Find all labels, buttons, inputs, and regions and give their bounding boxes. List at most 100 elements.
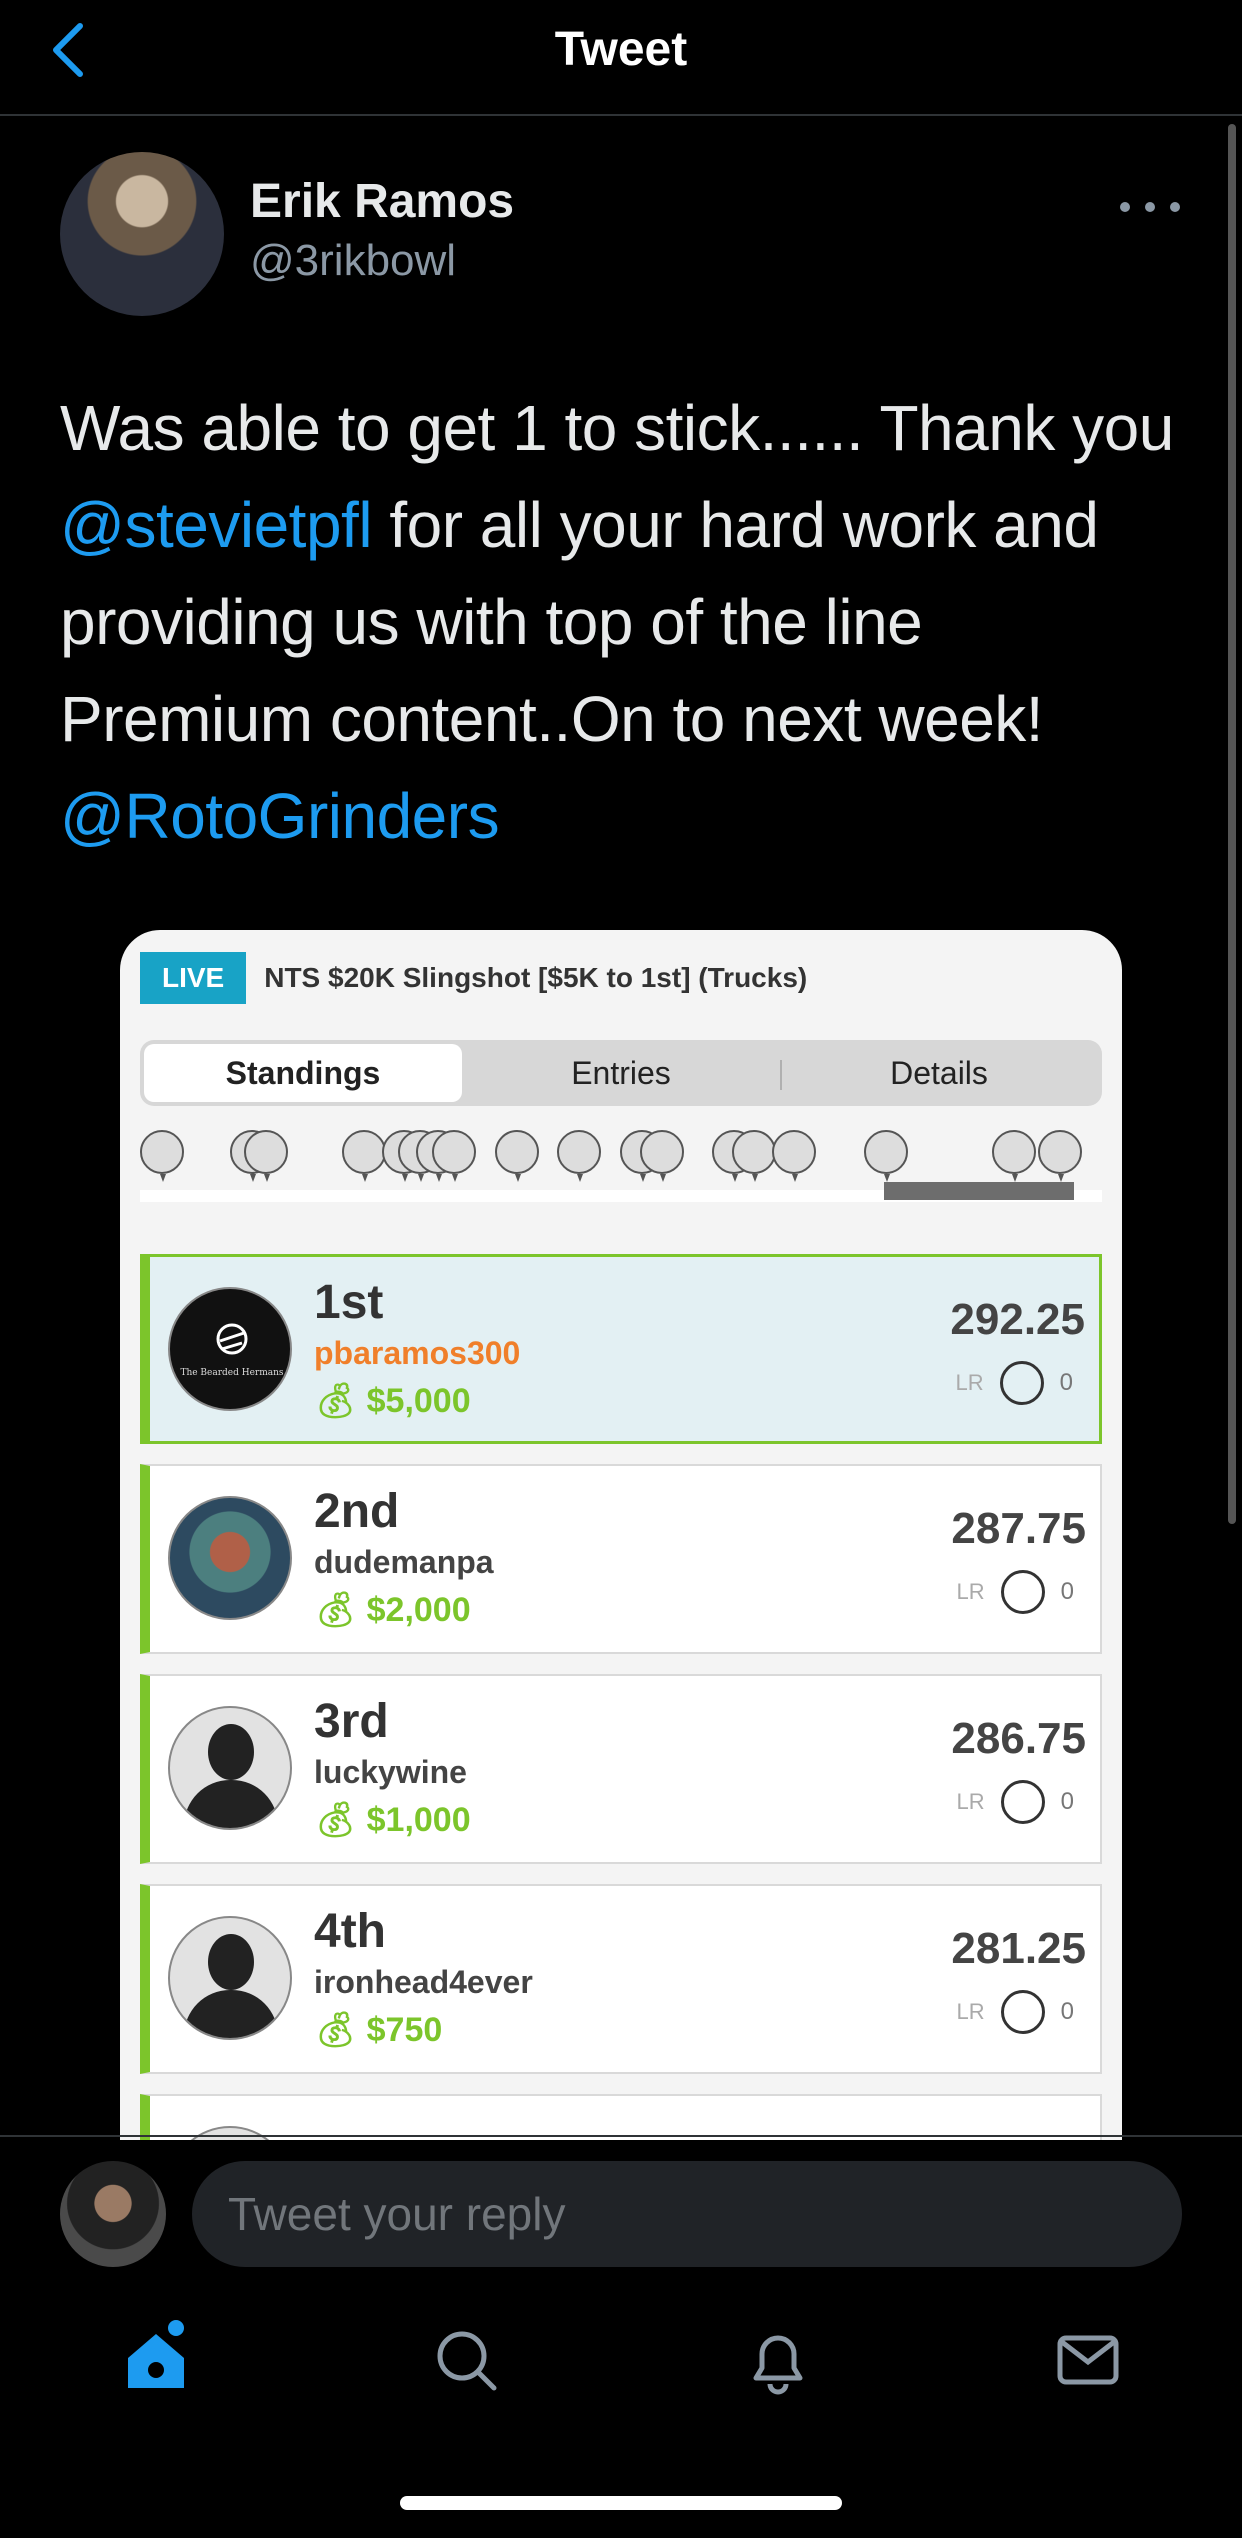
lr-label: LR	[956, 1579, 985, 1604]
score: 292.25	[950, 1295, 1085, 1344]
progress-ring-icon	[1000, 1780, 1045, 1824]
avatar[interactable]	[60, 2161, 166, 2267]
live-rank: LR 0	[957, 1570, 1074, 1614]
tweet-text-part: Was able to get 1 to stick...... Thank y…	[60, 392, 1174, 464]
lr-label: LR	[956, 1999, 985, 2024]
standing-row[interactable]	[140, 2094, 1102, 2140]
avatar	[168, 1916, 292, 2040]
money-bag-icon: 💰︎	[314, 2011, 358, 2049]
money-bag-icon: 💰︎	[314, 1801, 358, 1839]
live-rank: LR 0	[956, 1361, 1073, 1405]
prize: 💰︎ $1,000	[314, 1800, 471, 1840]
username[interactable]: pbaramos300	[314, 1335, 520, 1372]
progress-ring-icon	[1000, 1990, 1045, 2034]
notification-dot	[168, 2320, 184, 2336]
contest-header: LIVE NTS $20K Slingshot [$5K to 1st] (Tr…	[140, 948, 807, 1008]
team-logo-icon: The Bearded Hermans	[180, 1323, 284, 1378]
tab-notifications[interactable]	[728, 2310, 828, 2410]
tweet-media-image[interactable]: LIVE NTS $20K Slingshot [$5K to 1st] (Tr…	[120, 930, 1122, 2140]
prize: 💰︎ $750	[314, 2010, 442, 2050]
standing-row[interactable]: 4th ironhead4ever 💰︎ $750 281.25 LR 0	[140, 1884, 1102, 2074]
avatar	[168, 1706, 292, 1830]
prize-amount: $2,000	[366, 1591, 471, 1629]
rank-label: 1st	[314, 1276, 384, 1329]
score: 286.75	[951, 1714, 1086, 1763]
live-badge: LIVE	[140, 952, 247, 1004]
progress-ring-icon	[999, 1361, 1044, 1405]
dot-icon	[1170, 202, 1180, 212]
page-title: Tweet	[554, 23, 688, 76]
prize: 💰︎ $2,000	[314, 1590, 471, 1630]
pin-icon	[732, 1130, 776, 1182]
lr-value: 0	[1059, 1369, 1073, 1396]
tab-home[interactable]	[106, 2310, 206, 2410]
tab-entries[interactable]: Entries	[462, 1044, 780, 1102]
home-indicator[interactable]	[400, 2496, 842, 2510]
reply-input[interactable]: Tweet your reply	[192, 2161, 1182, 2267]
tab-messages[interactable]	[1038, 2310, 1138, 2410]
scrollbar[interactable]	[1228, 124, 1236, 1524]
score: 281.25	[951, 1924, 1086, 1973]
header: Tweet	[0, 0, 1242, 116]
pin-icon	[1038, 1130, 1082, 1182]
tab-standings[interactable]: Standings	[144, 1044, 462, 1102]
pin-icon	[640, 1130, 684, 1182]
search-icon	[437, 2331, 497, 2391]
money-bag-icon: 💰︎	[314, 1591, 358, 1629]
pin-icon	[495, 1130, 539, 1182]
avatar[interactable]	[60, 152, 224, 316]
pin-icon	[864, 1130, 908, 1182]
avatar	[168, 1496, 292, 1620]
username[interactable]: ironhead4ever	[314, 1964, 533, 2001]
notifications-icon	[753, 2335, 803, 2395]
svg-text:The Bearded Hermans: The Bearded Hermans	[180, 1368, 283, 1378]
standing-row[interactable]: The Bearded Hermans 1st pbaramos300 💰︎ $…	[140, 1254, 1102, 1444]
mention-link[interactable]: @RotoGrinders	[60, 780, 500, 852]
messages-icon	[1057, 2335, 1119, 2385]
reply-bar: Tweet your reply	[0, 2135, 1242, 2285]
live-rank: LR 0	[957, 1780, 1074, 1824]
lr-value: 0	[1060, 1788, 1074, 1815]
pin-icon	[244, 1130, 288, 1182]
prize-amount: $1,000	[366, 1801, 471, 1839]
standing-row[interactable]: 2nd dudemanpa 💰︎ $2,000 287.75 LR 0	[140, 1464, 1102, 1654]
progress-ring-icon	[1000, 1570, 1045, 1614]
score: 287.75	[951, 1504, 1086, 1553]
tweet-text: Was able to get 1 to stick...... Thank y…	[60, 380, 1180, 865]
pin-icon	[432, 1130, 476, 1182]
standing-row[interactable]: 3rd luckywine 💰︎ $1,000 286.75 LR 0	[140, 1674, 1102, 1864]
tab-search[interactable]	[416, 2310, 516, 2410]
pin-icon	[557, 1130, 601, 1182]
lr-label: LR	[956, 1789, 985, 1814]
dot-icon	[1145, 202, 1155, 212]
pin-icon	[772, 1130, 816, 1182]
contest-name: NTS $20K Slingshot [$5K to 1st] (Trucks)	[264, 962, 808, 993]
prize-amount: $5,000	[366, 1382, 471, 1420]
dot-icon	[1120, 202, 1130, 212]
prize-amount: $750	[366, 2011, 443, 2049]
author-handle[interactable]: @3rikbowl	[250, 236, 456, 286]
live-rank: LR 0	[957, 1990, 1074, 2034]
segmented-control: Standings Entries Details	[140, 1040, 1102, 1106]
money-bag-icon: 💰︎	[314, 1382, 358, 1420]
pin-icon	[992, 1130, 1036, 1182]
rank-label: 3rd	[314, 1695, 389, 1748]
username[interactable]: luckywine	[314, 1754, 467, 1791]
lr-label: LR	[955, 1370, 984, 1395]
avatar: The Bearded Hermans	[168, 1287, 292, 1411]
pin-icon	[342, 1130, 386, 1182]
rank-label: 2nd	[314, 1485, 400, 1538]
payout-range-bar	[884, 1182, 1074, 1200]
username[interactable]: dudemanpa	[314, 1544, 494, 1581]
home-icon	[128, 2334, 184, 2388]
author-name[interactable]: Erik Ramos	[250, 174, 514, 229]
pin-icon	[140, 1130, 184, 1182]
tweet-author: Erik Ramos @3rikbowl	[60, 152, 1180, 318]
lr-value: 0	[1060, 1998, 1074, 2025]
tab-details[interactable]: Details	[780, 1044, 1098, 1102]
mention-link[interactable]: @stevietpfl	[60, 489, 373, 561]
more-options-button[interactable]	[1120, 192, 1180, 222]
bottom-tab-bar	[0, 2300, 1242, 2430]
rank-label: 4th	[314, 1905, 386, 1958]
prize: 💰︎ $5,000	[314, 1381, 471, 1421]
